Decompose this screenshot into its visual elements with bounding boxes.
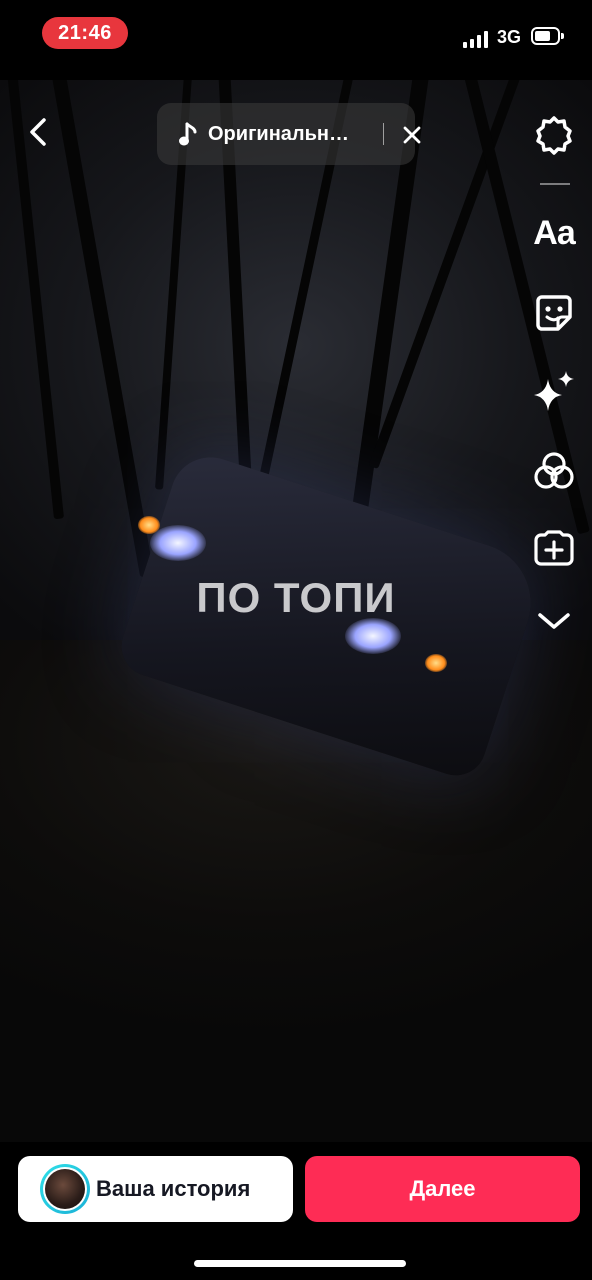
home-indicator[interactable]: [194, 1260, 406, 1267]
pill-divider: [383, 123, 384, 145]
overlay-caption-text[interactable]: ПО ТОПИ: [0, 574, 592, 622]
chevron-down-icon: [538, 613, 570, 629]
music-note-icon: [179, 122, 197, 146]
your-story-label: Ваша история: [96, 1176, 251, 1201]
add-clip-icon: [534, 530, 574, 566]
sparkles-icon: [534, 371, 574, 411]
tree-trunk: [49, 80, 155, 578]
filters-icon: [534, 452, 574, 489]
sound-title: Оригинальн…: [208, 123, 349, 145]
remove-sound-close-icon[interactable]: [401, 124, 423, 146]
stickers-button[interactable]: [531, 290, 577, 336]
sticker-icon: [536, 295, 572, 331]
battery-icon: [531, 27, 564, 45]
add-clip-button[interactable]: [531, 525, 577, 571]
text-icon: Aa: [533, 213, 575, 252]
cellular-signal-icon: [463, 30, 488, 48]
text-tool-button[interactable]: Aa: [528, 210, 580, 256]
next-button[interactable]: Далее: [305, 1156, 580, 1222]
toolbar-divider: [540, 183, 570, 185]
more-tools-button[interactable]: [531, 598, 577, 644]
settings-button[interactable]: [531, 112, 577, 158]
chevron-left-icon: [30, 118, 46, 146]
indicator-left: [138, 516, 160, 534]
indicator-right: [425, 654, 447, 672]
filters-button[interactable]: [531, 448, 577, 494]
gear-icon: [536, 116, 572, 155]
back-button[interactable]: [22, 112, 54, 152]
add-sound-pill[interactable]: Оригинальн…: [157, 103, 421, 165]
your-story-button[interactable]: Ваша история: [18, 1156, 293, 1222]
status-bar: 21:46 3G: [0, 0, 592, 70]
headlight-right: [345, 618, 401, 654]
status-time: 21:46: [42, 17, 128, 49]
effects-button[interactable]: [531, 368, 577, 414]
network-type: 3G: [497, 27, 522, 47]
headlight-left: [150, 525, 206, 561]
avatar: [40, 1164, 90, 1214]
